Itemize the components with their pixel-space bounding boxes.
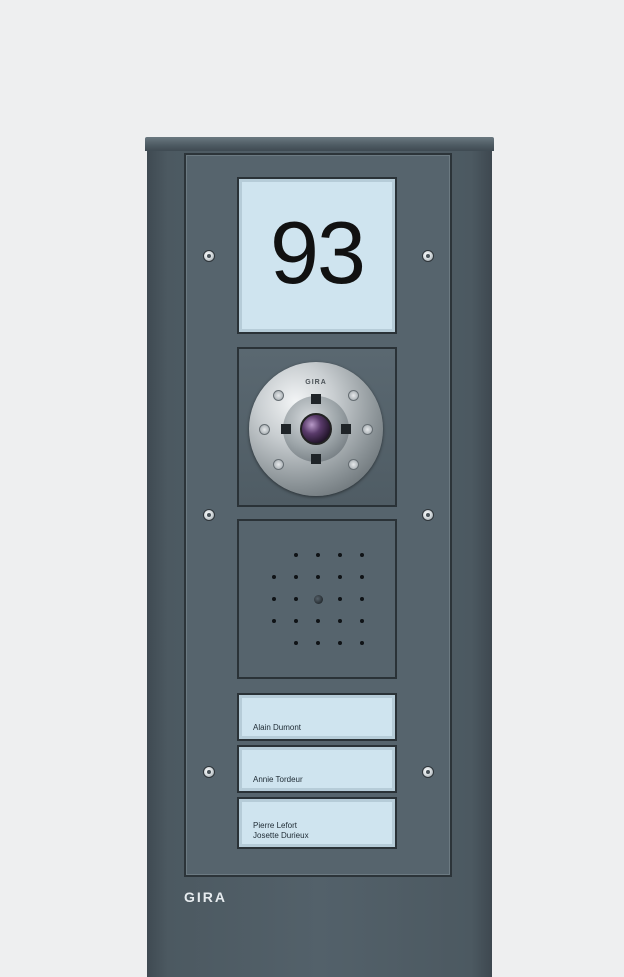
call-button-nameplate[interactable]: Pierre Lefort Josette Durieux	[237, 797, 397, 849]
speaker-grille	[272, 553, 364, 645]
speaker-hole	[294, 597, 298, 601]
screw-icon	[273, 459, 284, 470]
screw-icon	[422, 250, 434, 262]
speaker-hole	[294, 553, 298, 557]
screw-icon	[203, 250, 215, 262]
pillar-cap	[145, 137, 494, 151]
nameplate-line: Annie Tordeur	[253, 775, 303, 784]
speaker-hole	[338, 619, 342, 623]
speaker-hole	[316, 553, 320, 557]
camera-tab	[281, 424, 291, 434]
camera-lens-icon	[300, 413, 332, 445]
screw-icon	[348, 459, 359, 470]
camera-housing	[281, 394, 351, 464]
speaker-hole	[272, 597, 276, 601]
camera-tab	[311, 454, 321, 464]
screw-icon	[422, 509, 434, 521]
nameplate-line: Alain Dumont	[253, 723, 302, 732]
house-number-module: 93	[237, 177, 397, 334]
camera-icon: GIRA	[249, 362, 383, 496]
speaker-hole	[316, 575, 320, 579]
call-button-nameplate[interactable]: Annie Tordeur	[237, 745, 397, 793]
nameplate-line: Josette Durieux	[253, 831, 309, 840]
speaker-hole	[272, 575, 276, 579]
speaker-hole	[360, 619, 364, 623]
screw-icon	[362, 424, 373, 435]
speaker-hole	[338, 553, 342, 557]
speaker-hole	[316, 641, 320, 645]
speaker-hole	[360, 553, 364, 557]
nameplate-label: Pierre Lefort Josette Durieux	[253, 821, 309, 841]
nameplate-line: Pierre Lefort	[253, 821, 298, 830]
screw-icon	[203, 766, 215, 778]
speaker-hole	[272, 619, 276, 623]
camera-module: GIRA	[237, 347, 397, 507]
call-button-nameplate[interactable]: Alain Dumont	[237, 693, 397, 741]
screw-icon	[348, 390, 359, 401]
camera-tab	[341, 424, 351, 434]
camera-tab	[311, 394, 321, 404]
speaker-hole	[294, 641, 298, 645]
nameplate-label: Annie Tordeur	[253, 775, 303, 785]
speaker-hole	[316, 619, 320, 623]
nameplate-label: Alain Dumont	[253, 723, 301, 733]
speaker-module	[237, 519, 397, 679]
speaker-hole	[294, 575, 298, 579]
speaker-hole	[294, 619, 298, 623]
screw-icon	[203, 509, 215, 521]
speaker-hole	[360, 641, 364, 645]
speaker-hole	[338, 575, 342, 579]
speaker-hole	[338, 597, 342, 601]
camera-brand-label: GIRA	[305, 379, 327, 386]
microphone-icon	[313, 594, 323, 604]
screw-icon	[273, 390, 284, 401]
house-number: 93	[270, 202, 366, 302]
speaker-hole	[360, 575, 364, 579]
speaker-hole	[338, 641, 342, 645]
screw-icon	[422, 766, 434, 778]
screw-icon	[259, 424, 270, 435]
brand-logo: GIRA	[184, 889, 227, 905]
speaker-hole	[360, 597, 364, 601]
